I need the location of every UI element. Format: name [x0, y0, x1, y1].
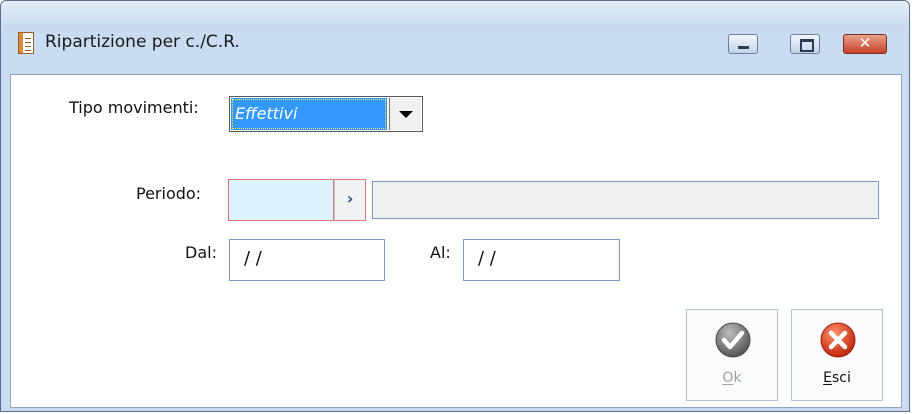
dropdown-button[interactable] — [389, 98, 421, 130]
chevron-right-icon: › — [346, 189, 354, 208]
close-icon: ✕ — [858, 34, 872, 52]
maximize-button[interactable] — [790, 34, 820, 54]
al-label: Al: — [430, 243, 451, 262]
maximize-icon — [800, 39, 814, 52]
checkmark-icon — [715, 322, 751, 358]
tipo-movimenti-label: Tipo movimenti: — [69, 98, 199, 117]
minimize-icon — [738, 46, 749, 49]
esci-button[interactable]: Esci — [791, 309, 883, 401]
chevron-down-icon — [399, 111, 413, 118]
dal-label: Dal: — [185, 243, 217, 262]
periodo-label: Periodo: — [136, 184, 202, 203]
al-date-input[interactable]: / / — [463, 239, 620, 281]
periodo-description-field — [372, 181, 879, 219]
periodo-lookup-button[interactable]: › — [334, 179, 366, 221]
dal-date-input[interactable]: / / — [229, 239, 385, 281]
window-title: Ripartizione per c./C.R. — [45, 32, 240, 52]
title-bar[interactable] — [1, 1, 909, 31]
cancel-x-icon — [820, 322, 856, 358]
minimize-button[interactable] — [728, 34, 758, 54]
ok-button[interactable]: Ok — [686, 309, 778, 401]
tipo-movimenti-value[interactable]: Effettivi — [231, 98, 387, 130]
ok-label: Ok — [722, 370, 742, 386]
tipo-movimenti-select[interactable]: Effettivi — [229, 96, 423, 132]
close-button[interactable]: ✕ — [843, 34, 887, 54]
esci-label: Esci — [823, 370, 851, 386]
periodo-code-input[interactable] — [228, 179, 334, 221]
app-document-icon[interactable] — [18, 32, 34, 54]
